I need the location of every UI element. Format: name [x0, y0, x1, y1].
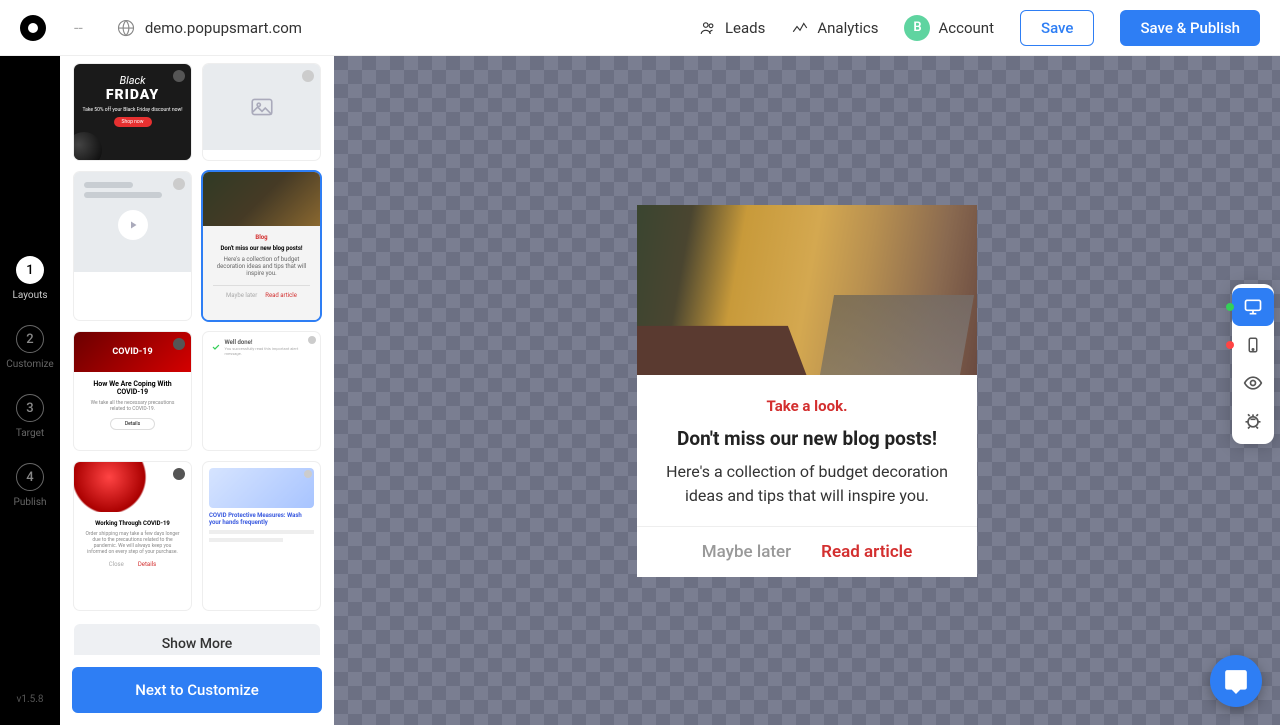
play-icon [127, 219, 139, 231]
popup-preview[interactable]: Take a look. Don't miss our new blog pos… [637, 205, 977, 577]
popup-title: Don't miss our new blog posts! [665, 427, 949, 450]
popup-hero-image [637, 205, 977, 375]
next-button[interactable]: Next to Customize [72, 667, 322, 713]
step-rail: 1 Layouts 2 Customize 3 Target 4 Publish… [0, 56, 60, 725]
eye-icon [1243, 373, 1263, 393]
leads-link[interactable]: Leads [699, 19, 765, 37]
device-mobile[interactable] [1232, 326, 1274, 364]
version-label: v1.5.8 [0, 694, 60, 705]
template-welldone[interactable]: Well done! You successfully read this im… [203, 332, 320, 450]
popup-secondary-button[interactable]: Maybe later [702, 542, 791, 562]
device-toolbar [1232, 284, 1274, 444]
publish-button[interactable]: Save & Publish [1120, 10, 1260, 46]
preview-canvas: Take a look. Don't miss our new blog pos… [334, 56, 1280, 725]
popup-eyebrow: Take a look. [665, 397, 949, 415]
top-bar: -- demo.popupsmart.com Leads Analytics B… [0, 0, 1280, 56]
mobile-icon [1244, 336, 1262, 354]
template-blog[interactable]: Blog Don't miss our new blog posts! Here… [203, 172, 320, 320]
template-wash[interactable]: COVID Protective Measures: Wash your han… [203, 462, 320, 610]
template-panel: Black FRIDAY Take 50% off your Black Fri… [60, 56, 334, 725]
template-covid[interactable]: COVID-19 How We Are Coping With COVID-19… [74, 332, 191, 450]
popup-description: Here's a collection of budget decoration… [665, 460, 949, 508]
save-button[interactable]: Save [1020, 10, 1094, 46]
preview-visibility[interactable] [1232, 364, 1274, 402]
rail-step-customize[interactable]: 2 Customize [6, 325, 53, 370]
campaign-title[interactable]: -- [74, 18, 83, 37]
device-desktop[interactable] [1232, 288, 1274, 326]
chat-launcher[interactable] [1210, 655, 1262, 707]
debug-toggle[interactable] [1232, 402, 1274, 440]
checkmark-icon [211, 342, 221, 352]
globe-icon [117, 19, 135, 37]
rail-step-layouts[interactable]: 1 Layouts [12, 256, 47, 301]
account-link[interactable]: B Account [904, 15, 994, 41]
avatar: B [904, 15, 930, 41]
template-placeholder-image[interactable] [203, 64, 320, 160]
template-placeholder-video[interactable] [74, 172, 191, 320]
leads-icon [699, 19, 717, 37]
status-dot-inactive [1226, 341, 1234, 349]
popup-primary-button[interactable]: Read article [821, 542, 912, 562]
template-blackfriday[interactable]: Black FRIDAY Take 50% off your Black Fri… [74, 64, 191, 160]
desktop-icon [1243, 297, 1263, 317]
chat-icon [1223, 668, 1249, 694]
show-more-button[interactable]: Show More [74, 624, 320, 655]
analytics-icon [791, 19, 809, 37]
analytics-link[interactable]: Analytics [791, 19, 878, 37]
status-dot-active [1226, 303, 1234, 311]
bug-icon [1243, 411, 1263, 431]
domain-text: demo.popupsmart.com [145, 19, 302, 37]
template-scroll[interactable]: Black FRIDAY Take 50% off your Black Fri… [60, 56, 334, 655]
app-logo[interactable] [20, 15, 46, 41]
rail-step-target[interactable]: 3 Target [16, 394, 44, 439]
image-icon [249, 94, 275, 120]
rail-step-publish[interactable]: 4 Publish [14, 463, 47, 508]
template-virus[interactable]: Working Through COVID-19 Order shipping … [74, 462, 191, 610]
domain-display[interactable]: demo.popupsmart.com [117, 19, 302, 37]
